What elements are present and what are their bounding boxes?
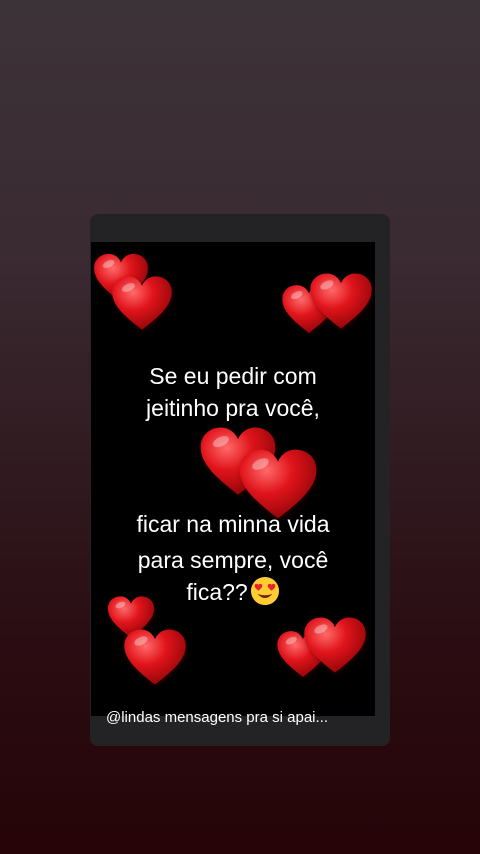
message-line: jeitinho pra você,: [146, 395, 320, 421]
heart-eyes-emoji-icon: [250, 576, 279, 606]
heart-icon: [111, 274, 173, 332]
heart-icon: [303, 616, 367, 674]
heart-icon: [309, 272, 373, 330]
message-line: ficar na minna vida: [136, 511, 330, 537]
message-image: Se eu pedir com jeitinho pra você, ficar…: [91, 242, 375, 716]
message-line: Se eu pedir com: [149, 363, 317, 389]
heart-icon: [123, 626, 187, 688]
message-line: para sempre, você: [137, 547, 329, 573]
story-screen: { "post": { "lines_top": ["Se eu pedir c…: [0, 0, 480, 854]
watermark-handle: @lindas mensagens pra si apai...: [106, 709, 329, 726]
message-line-text: fica??: [186, 579, 248, 605]
video-card[interactable]: Se eu pedir com jeitinho pra você, ficar…: [90, 214, 390, 746]
